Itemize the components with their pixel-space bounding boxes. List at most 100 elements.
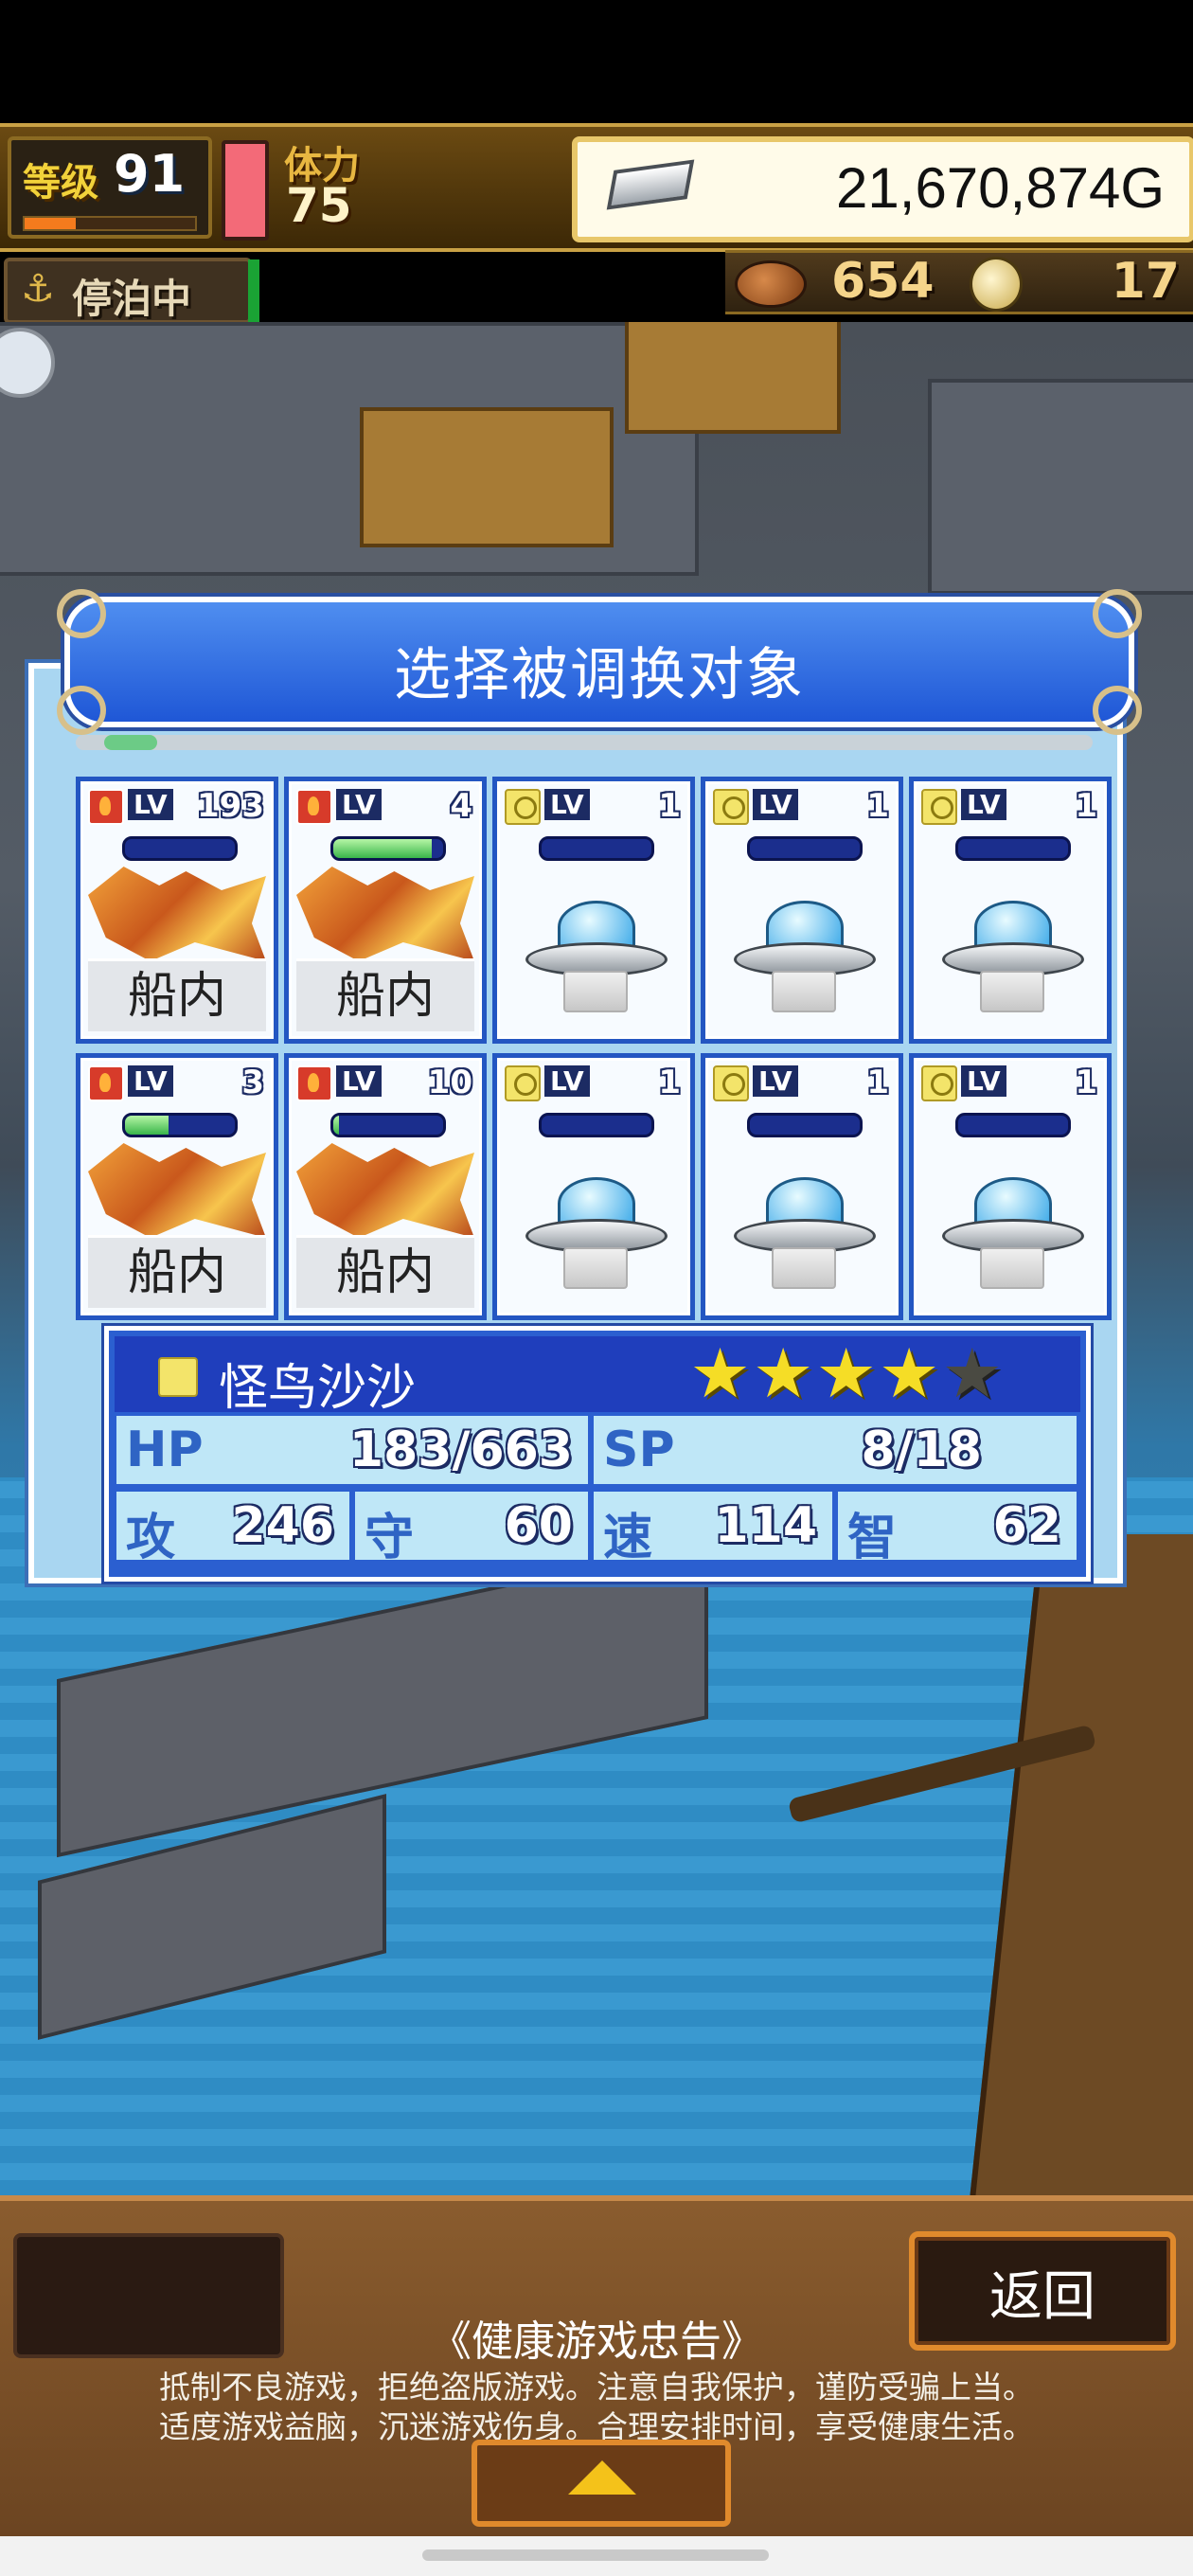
- atk-cell: 攻 246: [115, 1490, 351, 1566]
- silver-ingot-icon: [606, 159, 695, 210]
- creature-card[interactable]: LV 1: [701, 1053, 903, 1320]
- star-filled-icon: ★: [815, 1333, 877, 1413]
- mooring-label: 停泊中: [72, 276, 192, 322]
- level-tag: LV: [544, 1065, 590, 1097]
- lightning-element-icon: [921, 1065, 957, 1101]
- card-hp-bar: [539, 836, 654, 861]
- hp-cell: HP 183/663: [115, 1414, 590, 1486]
- creature-card[interactable]: LV 1: [909, 777, 1112, 1044]
- int-label: 智: [847, 1510, 898, 1566]
- def-cell: 守 60: [353, 1490, 590, 1566]
- rarity-stars: ★★★★★: [689, 1333, 1005, 1413]
- home-indicator[interactable]: [422, 2549, 769, 2561]
- card-scrollbar[interactable]: [76, 735, 1093, 750]
- lightning-element-icon: [713, 789, 749, 825]
- card-header: LV 1: [919, 787, 1101, 827]
- card-header: LV 1: [711, 1064, 893, 1103]
- def-label: 守: [365, 1510, 415, 1566]
- creature-card[interactable]: LV 1: [492, 777, 695, 1044]
- ufo-base: [772, 1247, 836, 1289]
- creature-card[interactable]: LV 1: [701, 777, 903, 1044]
- creature-info-panel: 怪鸟沙沙 ★★★★★ HP 183/663 SP 8/18 攻 246 守 60…: [104, 1326, 1091, 1582]
- dialog-header: 选择被调换对象: [57, 589, 1142, 735]
- bottom-bar: 返回 《健康游戏忠告》 抵制不良游戏，拒绝盗版游戏。注意自我保护，谨防受骗上当。…: [0, 2195, 1193, 2542]
- info-name-row: 怪鸟沙沙 ★★★★★: [115, 1333, 1080, 1417]
- expand-menu-button[interactable]: [472, 2440, 731, 2527]
- level-tag: LV: [336, 789, 382, 820]
- house-roof: [625, 322, 841, 434]
- sp-cell: SP 8/18: [592, 1414, 1078, 1486]
- sp-value: 8/18: [861, 1422, 982, 1478]
- card-level: 1: [658, 1064, 681, 1101]
- food-icon: [735, 260, 807, 308]
- def-value: 60: [504, 1497, 573, 1554]
- fire-element-icon: [296, 1065, 332, 1101]
- card-hp-bar: [747, 836, 863, 861]
- level-tag: LV: [336, 1065, 382, 1097]
- dragon-sprite: [296, 867, 474, 961]
- card-level: 1: [1075, 787, 1097, 825]
- resource-bar: 654 17: [725, 250, 1193, 314]
- lightning-element-icon: [713, 1065, 749, 1101]
- creature-card[interactable]: LV 4 船内: [284, 777, 487, 1044]
- level-tag: LV: [753, 1065, 798, 1097]
- card-location: 船内: [296, 958, 474, 1031]
- card-header: LV 4: [294, 787, 476, 827]
- lightning-element-icon: [921, 789, 957, 825]
- card-header: LV 3: [86, 1064, 268, 1103]
- ufo-base: [563, 971, 628, 1012]
- card-level: 1: [658, 787, 681, 825]
- card-location: 船内: [88, 1235, 266, 1308]
- creature-name: 怪鸟沙沙: [219, 1360, 417, 1417]
- card-level: 1: [866, 1064, 889, 1101]
- card-header: LV 1: [503, 787, 685, 827]
- level-tag: LV: [961, 789, 1006, 820]
- dialog-title: 选择被调换对象: [394, 642, 805, 708]
- mooring-indicator: [248, 259, 259, 322]
- lightning-element-icon: [505, 789, 541, 825]
- stamina-value: 75: [286, 178, 352, 233]
- card-header: LV 1: [919, 1064, 1101, 1103]
- int-value: 62: [992, 1497, 1061, 1554]
- dragon-sprite: [88, 1143, 266, 1238]
- lightning-element-icon: [505, 1065, 541, 1101]
- card-hp-bar: [747, 1113, 863, 1137]
- star-filled-icon: ★: [752, 1333, 814, 1413]
- coin-value: 17: [1111, 253, 1180, 310]
- dragon-sprite: [296, 1143, 474, 1238]
- level-label: 等级: [23, 161, 98, 205]
- dragon-sprite: [88, 867, 266, 961]
- exp-bar: [23, 216, 197, 231]
- mooring-status[interactable]: ⚓ 停泊中: [4, 258, 252, 324]
- level-tag: LV: [544, 789, 590, 820]
- fire-element-icon: [88, 789, 124, 825]
- level-tag: LV: [128, 1065, 173, 1097]
- creature-card[interactable]: LV 1: [492, 1053, 695, 1320]
- creature-card[interactable]: LV 10 船内: [284, 1053, 487, 1320]
- atk-value: 246: [231, 1497, 334, 1554]
- card-header: LV 193: [86, 787, 268, 827]
- creature-card[interactable]: LV 3 船内: [76, 1053, 278, 1320]
- creature-card[interactable]: LV 1: [909, 1053, 1112, 1320]
- card-level: 3: [241, 1064, 264, 1101]
- card-location: 船内: [88, 958, 266, 1031]
- spd-cell: 速 114: [592, 1490, 834, 1566]
- top-hud: 等级 91 体力 75 21,670,874G: [0, 123, 1193, 252]
- card-level: 1: [866, 787, 889, 825]
- attribute-row: 攻 246 守 60 速 114 智 62: [115, 1490, 1080, 1566]
- ufo-base: [772, 971, 836, 1012]
- card-header: LV 10: [294, 1064, 476, 1103]
- card-header: LV 1: [503, 1064, 685, 1103]
- fire-element-icon: [88, 1065, 124, 1101]
- hp-label: HP: [126, 1422, 204, 1478]
- anchor-icon: ⚓: [21, 267, 55, 311]
- atk-label: 攻: [126, 1510, 176, 1566]
- creature-card[interactable]: LV 193 船内: [76, 777, 278, 1044]
- scroll-thumb[interactable]: [104, 735, 157, 750]
- card-header: LV 1: [711, 787, 893, 827]
- int-cell: 智 62: [836, 1490, 1078, 1566]
- gold-display[interactable]: 21,670,874G: [572, 136, 1193, 242]
- card-level: 10: [427, 1064, 472, 1101]
- card-hp-bar: [122, 836, 238, 861]
- spd-label: 速: [603, 1510, 653, 1566]
